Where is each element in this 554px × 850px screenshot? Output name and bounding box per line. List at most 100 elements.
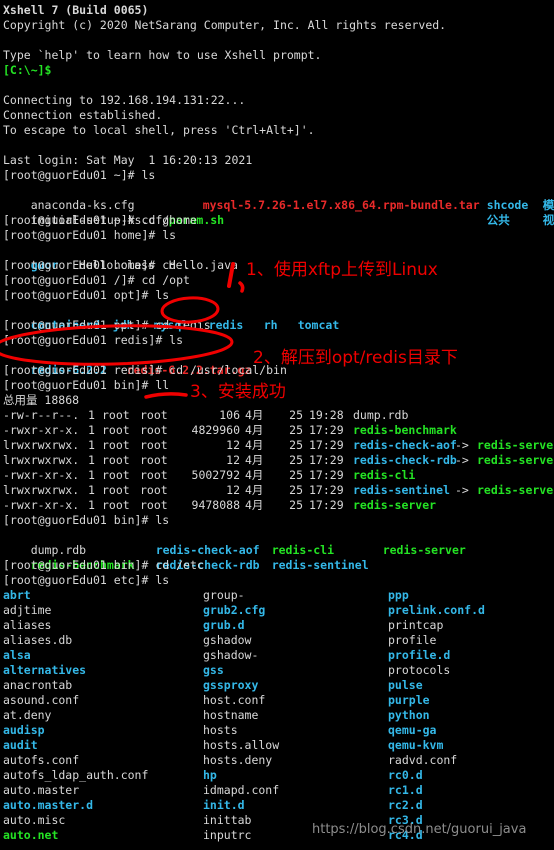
app-title: Xshell 7 (Build 0065) bbox=[3, 3, 149, 17]
dir-entry: python bbox=[388, 708, 430, 722]
dir-entry: 视频 bbox=[542, 213, 554, 227]
shell-prompt: [root@guorEdu01 etc]# bbox=[3, 573, 156, 587]
file-entry: anacrontab bbox=[3, 678, 73, 692]
file-entry: asound.conf bbox=[3, 693, 80, 707]
link-count: 1 bbox=[88, 423, 95, 437]
ls-etc-row: autofs.conf hosts.deny radvd.conf bbox=[3, 753, 554, 768]
command-line-ls-home: [root@guorEdu01 ~]# ls bbox=[3, 168, 554, 183]
file-owner: root bbox=[102, 453, 130, 467]
ls-etc-row: at.deny hostname python bbox=[3, 708, 554, 723]
symlink-entry: redis-sentinel bbox=[271, 558, 369, 572]
symlink-target: redis-server bbox=[477, 453, 554, 467]
ls-etc-row: abrt group-ppp bbox=[3, 588, 554, 603]
dir-entry: profile.d bbox=[388, 648, 451, 662]
file-owner: root bbox=[102, 498, 130, 512]
dir-entry: rh bbox=[263, 318, 278, 332]
dir-entry: pulse bbox=[388, 678, 423, 692]
file-month: 4月 bbox=[245, 498, 264, 512]
file-month: 4月 bbox=[245, 423, 264, 437]
file-owner: root bbox=[102, 438, 130, 452]
ls-etc-row: audisp hosts qemu-ga bbox=[3, 723, 554, 738]
file-entry: autofs.conf bbox=[3, 753, 80, 767]
file-time: 17:29 bbox=[309, 438, 344, 452]
file-group: root bbox=[140, 438, 168, 452]
file-size: 9478088 bbox=[191, 498, 240, 512]
file-perms: -rwxr-xr-x. bbox=[3, 468, 80, 482]
file-size: 106 bbox=[219, 408, 240, 422]
ls-etc-row: alternatives gss protocols bbox=[3, 663, 554, 678]
annotation-text-3: 3、安装成功 bbox=[190, 382, 286, 402]
file-perms: -rwxr-xr-x. bbox=[3, 498, 80, 512]
terminal-window[interactable]: Xshell 7 (Build 0065) Copyright (c) 2020… bbox=[0, 0, 554, 850]
file-name: redis-server bbox=[353, 498, 437, 512]
shell-prompt: [root@guorEdu01 home]# bbox=[3, 228, 163, 242]
file-month: 4月 bbox=[245, 453, 264, 467]
file-owner: root bbox=[102, 468, 130, 482]
file-entry: dump.rdb bbox=[30, 543, 87, 557]
ls-home-user-row-1: anaconda-ks.cfg mysql-5.7.26-1.el7.x86_64… bbox=[3, 183, 554, 212]
command-text: cd redis bbox=[155, 318, 211, 332]
local-prompt: [C:\~]$ bbox=[3, 63, 52, 77]
dir-entry: audit bbox=[3, 738, 38, 752]
ls-etc-row: audit hosts.allow qemu-kvm bbox=[3, 738, 554, 753]
table-row: lrwxrwxrwx. 1 root root 12 4月 25 17:29 redis-sen… bbox=[3, 483, 554, 498]
dir-entry: abrt bbox=[3, 588, 31, 602]
command-text: ls bbox=[155, 288, 170, 302]
command-text: ls bbox=[155, 573, 170, 587]
shell-prompt: [root@guorEdu01 opt]# bbox=[3, 288, 156, 302]
escape-hint: To escape to local shell, press 'Ctrl+Al… bbox=[3, 123, 315, 137]
last-login-line: Last login: Sat May 1 16:20:13 2021 bbox=[3, 153, 253, 167]
file-owner: root bbox=[102, 483, 130, 497]
dir-entry: grub.d bbox=[203, 618, 245, 632]
dir-entry: qemu-ga bbox=[388, 723, 437, 737]
file-month: 4月 bbox=[245, 438, 264, 452]
file-time: 19:28 bbox=[309, 408, 344, 422]
file-entry: protocols bbox=[388, 663, 451, 677]
shell-prompt: [root@guorEdu01 ~]# bbox=[3, 168, 142, 182]
file-entry: redis-cli bbox=[271, 543, 335, 557]
dir-entry: rc1.d bbox=[388, 783, 423, 797]
link-count: 1 bbox=[88, 438, 95, 452]
symlink-arrow: -> bbox=[455, 453, 469, 467]
ls-bin-row-1: dump.rdb redis-check-aof redis-cli redis-se… bbox=[3, 528, 554, 557]
shell-prompt: [root@guorEdu01 opt]# bbox=[3, 318, 156, 332]
file-entry: anaconda-ks.cfg bbox=[30, 198, 135, 212]
file-group: root bbox=[140, 468, 168, 482]
file-perms: -rw-r--r--. bbox=[3, 408, 80, 422]
command-text: ll bbox=[155, 378, 170, 392]
file-perms: lrwxrwxrwx. bbox=[3, 438, 80, 452]
file-entry: hosts.allow bbox=[203, 738, 280, 752]
shell-prompt: [root@guorEdu01 redis]# bbox=[3, 363, 170, 377]
dir-entry: shcode bbox=[486, 198, 529, 212]
shell-prompt: [root@guorEdu01 bin]# bbox=[3, 378, 156, 392]
csdn-watermark: https://blog.csdn.net/guorui_java bbox=[312, 822, 527, 837]
file-entry: autofs_ldap_auth.conf bbox=[3, 768, 149, 782]
ls-opt-output: containerd jdk mysql redis rh tomcat bbox=[3, 303, 554, 332]
file-name: dump.rdb bbox=[353, 408, 409, 422]
table-row: -rwxr-xr-x. 1 root root 9478088 4月 25 17:29 redi… bbox=[3, 498, 554, 513]
file-entry: hostname bbox=[203, 708, 259, 722]
command-text: cd .. bbox=[162, 258, 197, 272]
annotation-text-1: 1、使用xftp上传到Linux bbox=[246, 260, 438, 280]
ls-etc-row: aliases grub.d printcap bbox=[3, 618, 554, 633]
ls-etc-row: auto.master.d init.d rc2.d bbox=[3, 798, 554, 813]
dir-entry-redis: redis bbox=[208, 318, 244, 332]
dir-entry: 模板 bbox=[542, 198, 554, 212]
command-text: ls bbox=[141, 168, 156, 182]
dir-entry: ppp bbox=[388, 588, 409, 602]
shell-prompt: [root@guorEdu01 ~]# bbox=[3, 213, 142, 227]
file-entry: redis-server bbox=[382, 543, 466, 557]
file-time: 17:29 bbox=[309, 453, 344, 467]
file-size: 12 bbox=[226, 438, 240, 452]
file-size: 12 bbox=[226, 453, 240, 467]
file-day: 25 bbox=[289, 453, 303, 467]
dir-entry: auto.master.d bbox=[3, 798, 94, 812]
table-row: -rwxr-xr-x. 1 root root 5002792 4月 25 17:29 redi… bbox=[3, 468, 554, 483]
link-count: 1 bbox=[88, 498, 95, 512]
file-time: 17:29 bbox=[309, 423, 344, 437]
command-line-ls-home-dir: [root@guorEdu01 home]# ls bbox=[3, 228, 554, 243]
dir-entry: 公共 bbox=[486, 213, 510, 227]
file-perms: lrwxrwxrwx. bbox=[3, 453, 80, 467]
file-entry: auto.net bbox=[3, 828, 59, 842]
ls-etc-row: auto.master idmapd.conf rc1.d bbox=[3, 783, 554, 798]
